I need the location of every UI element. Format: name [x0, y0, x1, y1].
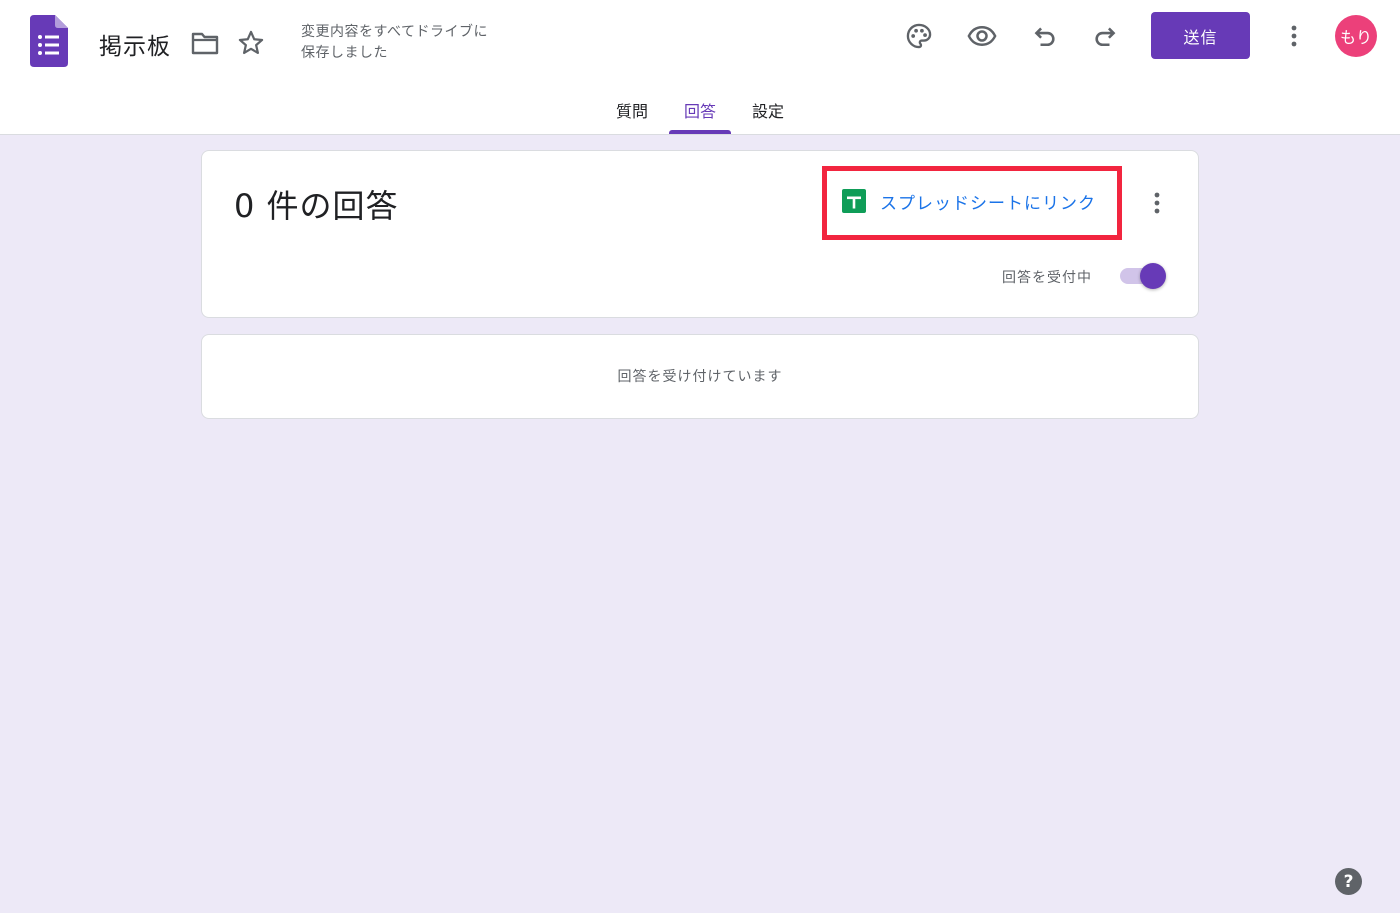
accepting-responses-toggle[interactable]: [1118, 263, 1168, 289]
move-to-folder-button[interactable]: [185, 23, 225, 63]
toggle-thumb: [1140, 263, 1166, 289]
send-button[interactable]: 送信: [1151, 12, 1250, 59]
form-tabs: 質問 回答 設定: [0, 86, 1400, 135]
form-title[interactable]: 掲示板: [99, 27, 171, 61]
accepting-status-message: 回答を受け付けています: [617, 369, 783, 385]
tab-questions[interactable]: 質問: [604, 86, 660, 134]
responses-summary-card: 0 件の回答 スプレッドシートにリンク 回答を受付中: [201, 150, 1199, 318]
save-status-line2: 保存しました: [301, 45, 388, 61]
responses-more-button[interactable]: [1137, 183, 1177, 223]
undo-icon: [1034, 27, 1055, 47]
save-status: 変更内容をすべてドライブに 保存しました: [301, 22, 531, 64]
star-button[interactable]: [231, 23, 271, 63]
redo-button[interactable]: [1086, 16, 1126, 56]
undo-button[interactable]: [1024, 16, 1064, 56]
accepting-responses-label: 回答を受付中: [1002, 270, 1092, 286]
preview-button[interactable]: [962, 16, 1002, 56]
more-options-button[interactable]: [1274, 16, 1314, 56]
active-tab-indicator: [669, 130, 731, 134]
star-icon: [238, 30, 264, 55]
more-vert-icon: [1291, 25, 1297, 47]
tab-responses[interactable]: 回答: [669, 86, 731, 134]
account-avatar[interactable]: もり: [1335, 15, 1377, 57]
google-forms-logo[interactable]: [30, 15, 68, 67]
app-header: 掲示板 変更内容をすべてドライブに 保存しました 送信 もり 質問 回答 設定: [0, 0, 1400, 135]
redo-icon: [1095, 27, 1116, 47]
response-count: 0 件の回答: [234, 187, 399, 225]
responses-status-card: 回答を受け付けています: [201, 334, 1199, 419]
help-button[interactable]: ?: [1335, 868, 1362, 895]
link-to-sheets-button[interactable]: スプレッドシートにリンク: [842, 187, 1096, 215]
save-status-line1: 変更内容をすべてドライブに: [301, 24, 488, 40]
sheets-icon: [842, 189, 866, 213]
customize-theme-button[interactable]: [899, 16, 939, 56]
more-vert-icon: [1154, 192, 1160, 214]
palette-icon: [906, 23, 932, 49]
tab-settings[interactable]: 設定: [740, 86, 796, 134]
link-to-sheets-label: スプレッドシートにリンク: [880, 193, 1096, 214]
folder-icon: [191, 32, 219, 55]
eye-icon: [967, 25, 997, 47]
